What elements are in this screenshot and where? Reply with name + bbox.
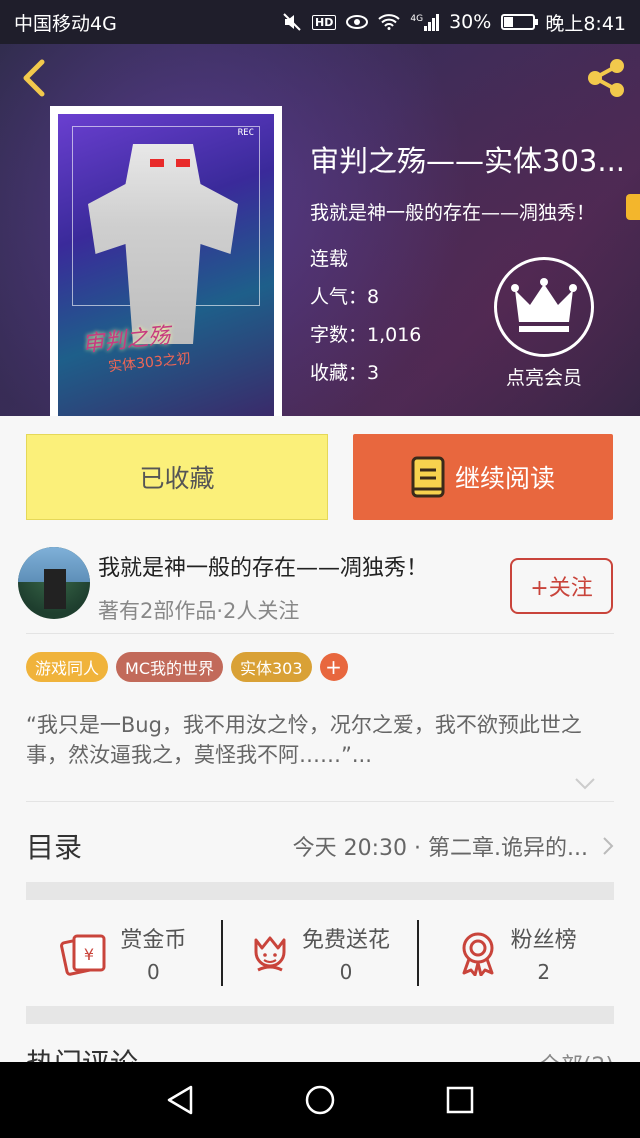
fans-value: 2	[537, 960, 551, 984]
reward-label: 赏金币	[120, 928, 187, 953]
divider	[26, 633, 614, 634]
book-title: 审判之殇——实体303...	[310, 144, 626, 178]
section-separator	[26, 882, 614, 900]
flower-icon	[254, 936, 286, 972]
medal-icon	[462, 932, 494, 976]
expand-synopsis-button[interactable]	[574, 776, 596, 790]
book-header: REC 审判之殇 实体303之初 审判之殇——实体303... 我就是神一般的存…	[0, 44, 640, 416]
network-type: 4G	[410, 13, 424, 24]
follow-button[interactable]: +关注	[510, 558, 613, 614]
level-badge	[626, 194, 640, 220]
nav-back-button[interactable]	[160, 1080, 200, 1120]
popularity: 人气：8	[310, 286, 380, 308]
signal-icon: 4G	[410, 13, 440, 31]
share-button[interactable]	[582, 56, 630, 100]
fans-label: 粉丝榜	[510, 928, 577, 953]
battery-percent: 30%	[449, 11, 492, 33]
send-flower[interactable]: 免费送花 0	[223, 916, 418, 990]
word-count: 字数：1,016	[310, 324, 422, 346]
vip-button[interactable]	[494, 257, 594, 357]
synopsis: “我只是一Bug，我不用汝之怜，况尔之爱，我不欲预此世之事，然汝逼我之，莫怪我不…	[26, 713, 582, 767]
reward-value: 0	[146, 960, 160, 984]
tag-list: 游戏同人 MC我的世界 实体303 +	[26, 652, 348, 682]
clock: 晚上8:41	[545, 12, 626, 35]
back-button[interactable]	[14, 56, 54, 100]
author-avatar[interactable]	[18, 547, 90, 619]
book-cover: REC 审判之殇 实体303之初	[50, 106, 282, 416]
eye-icon	[346, 15, 369, 29]
triangle-back-icon	[167, 1085, 193, 1115]
divider	[26, 801, 614, 802]
fan-ranking[interactable]: 粉丝榜 2	[419, 916, 614, 990]
crown-icon	[511, 278, 577, 332]
carrier-label: 中国移动4G	[14, 12, 117, 35]
flower-value: 0	[339, 960, 353, 984]
red-envelope-icon: ¥	[60, 934, 106, 976]
nav-home-button[interactable]	[300, 1080, 340, 1120]
author-name[interactable]: 我就是神一般的存在——凋独秀！	[98, 550, 428, 582]
tag-item[interactable]: MC我的世界	[116, 652, 223, 682]
reward-coins[interactable]: ¥ 赏金币 0	[26, 916, 221, 990]
chevron-left-icon	[23, 59, 45, 97]
continue-reading-button[interactable]: 继续阅读	[353, 434, 613, 520]
toc-row[interactable]: 目录 今天 20:30 · 第二章.诡异的...	[26, 826, 614, 866]
square-recents-icon	[446, 1086, 474, 1114]
collected-button[interactable]: 已收藏	[26, 434, 328, 520]
favorites-count: 收藏：3	[310, 362, 380, 384]
support-stats: ¥ 赏金币 0 免费送花 0 粉丝榜 2	[26, 916, 614, 990]
add-tag-button[interactable]: +	[319, 653, 348, 681]
tag-item[interactable]: 实体303	[231, 652, 312, 682]
tag-item[interactable]: 游戏同人	[26, 652, 109, 682]
latest-chapter: 今天 20:30 · 第二章.诡异的...	[292, 836, 588, 861]
chevron-right-icon	[603, 837, 614, 855]
hd-icon: HD	[312, 14, 337, 30]
chevron-down-icon	[575, 778, 595, 790]
author-stats: 著有2部作品·2人关注	[98, 599, 300, 623]
svg-text:¥: ¥	[84, 945, 94, 964]
circle-home-icon	[305, 1085, 335, 1115]
wifi-icon	[378, 14, 401, 30]
system-nav-bar	[0, 1062, 640, 1138]
status-bar: 中国移动4G HD 4G 30% 晚上8:41	[0, 0, 640, 44]
toc-label: 目录	[26, 831, 83, 864]
serial-status: 连载	[310, 248, 349, 270]
book-author[interactable]: 我就是神一般的存在——凋独秀！	[310, 198, 595, 225]
section-separator	[26, 1006, 614, 1024]
book-icon	[411, 456, 445, 498]
battery-icon	[501, 14, 539, 30]
flower-label: 免费送花	[302, 928, 391, 953]
mute-icon	[283, 13, 301, 31]
share-icon	[588, 59, 624, 97]
continue-reading-label: 继续阅读	[454, 464, 555, 493]
nav-recents-button[interactable]	[440, 1080, 480, 1120]
vip-label[interactable]: 点亮会员	[494, 363, 594, 390]
